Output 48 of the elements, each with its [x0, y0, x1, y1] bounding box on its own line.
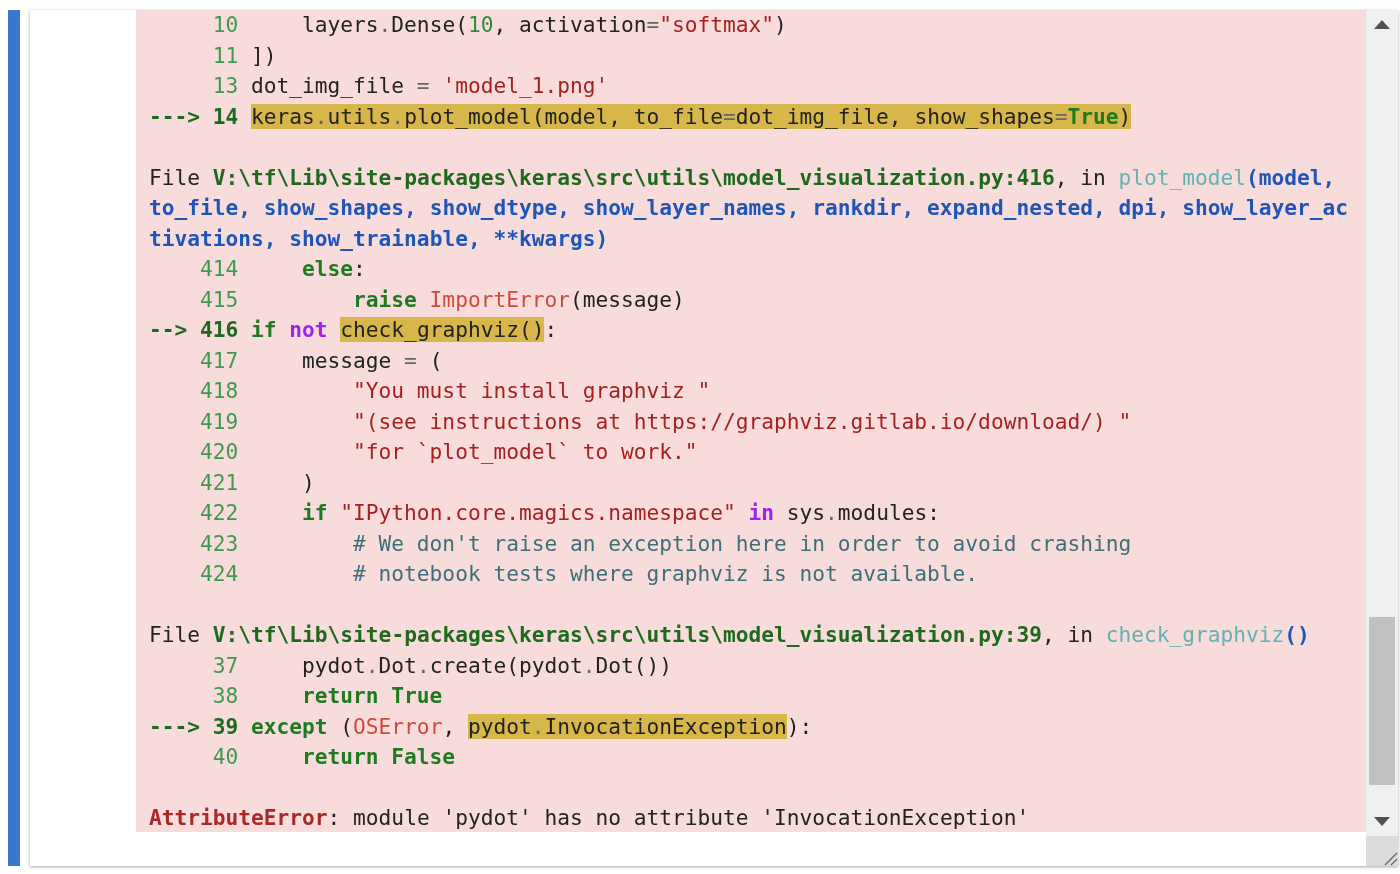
code-text: keras.utils.plot_model(model, to_file=dot_img_file, show_shapes=True)	[251, 102, 1132, 131]
line-number: 420	[200, 438, 239, 466]
code-text: )	[301, 468, 315, 497]
code-text: # notebook tests where graphviz is not available.	[352, 560, 979, 588]
code-text: "(see instructions at https://graphviz.gitlab.io/download/) "	[352, 407, 1132, 436]
line-number: 11	[212, 41, 239, 70]
line-number: 423	[200, 529, 239, 558]
code-text: pydot.Dot.create(pydot.Dot())	[301, 651, 673, 680]
line-number: 424	[200, 560, 239, 588]
line-number: 10	[212, 11, 239, 39]
scrollbar[interactable]	[1366, 10, 1398, 866]
code-text: ])	[251, 41, 277, 70]
traceback-file-header: File V:\tf\Lib\site-packages\keras\src\utils\model_visualization.py:416, in plot_model(model, to_file, show_shapes, show_dtype, show_layer_names, rankdir, expand_nested, dpi, show_layer_activations, show_trainable, **kwargs)	[149, 163, 1349, 253]
current-line-arrow: --->	[149, 102, 201, 131]
line-number: 39	[212, 712, 239, 741]
error-message: AttributeError: module 'pydot' has no attribute 'InvocationException'	[149, 804, 1030, 832]
code-text: raise ImportError(message)	[352, 285, 685, 314]
code-text: if "IPython.core.magics.namespace" in sys.modules:	[301, 499, 940, 527]
line-number: 418	[200, 377, 239, 405]
line-number: 419	[200, 407, 239, 436]
code-text: else:	[301, 255, 366, 283]
line-number: 38	[212, 682, 239, 710]
code-text: "You must install graphviz "	[352, 377, 711, 405]
line-number: 422	[200, 499, 239, 527]
code-text: layers.Dense(10, activation="softmax")	[301, 11, 787, 39]
code-text: "for `plot_model` to work."	[352, 438, 698, 466]
line-number: 415	[200, 285, 239, 314]
line-number: 421	[200, 468, 239, 497]
line-number: 14	[212, 102, 239, 131]
code-text: return False	[301, 743, 456, 771]
scrollbar-thumb[interactable]	[1369, 617, 1395, 785]
line-number: 416	[200, 316, 239, 344]
traceback-file-header: File V:\tf\Lib\site-packages\keras\src\utils\model_visualization.py:39, in check_graphviz()	[149, 621, 1311, 649]
scroll-down-icon[interactable]	[1374, 817, 1390, 826]
current-line-arrow: --->	[149, 712, 201, 741]
current-line-arrow: -->	[149, 316, 188, 344]
line-number: 13	[212, 72, 239, 100]
code-text: # We don't raise an exception here in order to avoid crashing	[352, 529, 1132, 558]
code-text: return True	[301, 682, 443, 710]
line-number: 40	[212, 743, 239, 771]
scroll-up-icon[interactable]	[1374, 20, 1390, 29]
resize-grip-icon[interactable]	[1382, 850, 1398, 866]
line-number: 37	[212, 651, 239, 680]
code-text: except (OSError, pydot.InvocationException):	[251, 712, 813, 741]
line-number: 414	[200, 255, 239, 283]
code-text: dot_img_file = 'model_1.png'	[251, 72, 609, 100]
code-text: message = (	[301, 346, 443, 375]
line-number: 417	[200, 346, 239, 375]
